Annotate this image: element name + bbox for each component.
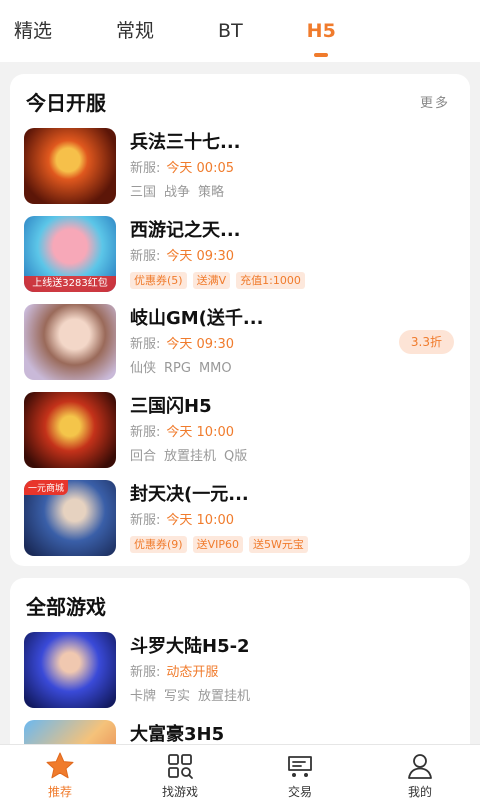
game-tag: 三国 [130,185,157,200]
game-info: 西游记之天... 新服: 今天 09:30 优惠券(5) 送满V 充值1:1000 [130,216,311,290]
game-row[interactable]: 斗罗大陆H5-2 新服: 动态开服 卡牌 写实 放置挂机 [10,632,470,720]
server-time: 今天 09:30 [166,249,234,264]
game-tag: 回合 [130,449,157,464]
nav-label: 推荐 [47,785,72,799]
tab-h5[interactable]: H5 [307,19,336,57]
promo-tag: 优惠券(9) [130,536,187,553]
game-row[interactable]: 上线送3283红包 西游记之天... 新服: 今天 09:30 优惠券(5) 送满… [10,216,470,304]
game-name: 斗罗大陆H5-2 [130,636,250,657]
nav-mine[interactable]: 我的 [360,745,480,800]
game-info: 岐山GM(送千... 新服: 今天 09:30 仙侠 RPG MMO [130,304,263,378]
section-title: 今日开服 [26,90,106,115]
top-tab-bar: 精选 常规 BT H5 [0,0,480,62]
game-name: 岐山GM(送千... [130,308,264,329]
game-row[interactable]: 岐山GM(送千... 新服: 今天 09:30 仙侠 RPG MMO 3.3折 [10,304,470,392]
bottom-nav: 推荐 找游戏 交易 我的 [0,744,480,800]
nav-find-games[interactable]: 找游戏 [120,745,240,800]
game-info: 封天决(一元... 新服: 今天 10:00 优惠券(9) 送VIP60 送5W元… [130,480,314,554]
game-tag: 卡牌 [130,689,157,704]
game-icon[interactable] [24,392,116,468]
promo-tag: 优惠券(5) [130,272,187,289]
server-label: 新服: [130,161,161,176]
game-tag: 策略 [198,185,225,200]
game-row[interactable]: 三国闪H5 新服: 今天 10:00 回合 放置挂机 Q版 [10,392,470,480]
server-time: 今天 10:00 [166,513,234,528]
promo-tag: 充值1:1000 [236,272,305,289]
game-name: 兵法三十七... [130,132,241,153]
tab-active-indicator [314,53,329,57]
promo-tags: 优惠券(9) 送VIP60 送5W元宝 [130,536,314,554]
nav-trade[interactable]: 交易 [240,745,360,800]
game-tags: 仙侠 RPG MMO [130,360,263,378]
server-label: 新服: [130,513,161,528]
icon-banner-text: 上线送3283红包 [24,276,116,292]
server-info: 新服: 今天 00:05 [130,160,241,178]
game-name: 封天决(一元... [130,484,249,505]
game-tag: 放置挂机 [164,449,217,464]
promo-tag: 送VIP60 [192,536,243,553]
game-tag: 放置挂机 [198,689,251,704]
tab-bt[interactable]: BT [218,19,243,43]
game-tag: 仙侠 [130,361,157,376]
tab-regular[interactable]: 常规 [116,19,154,43]
game-row[interactable]: 一元商城 封天决(一元... 新服: 今天 10:00 优惠券(9) 送VIP60… [10,480,470,568]
server-info: 新服: 今天 10:00 [130,512,314,530]
game-tag: Q版 [224,449,248,464]
today-card-header: 今日开服 更多 [10,74,470,128]
game-info: 斗罗大陆H5-2 新服: 动态开服 卡牌 写实 放置挂机 [130,632,258,706]
game-info: 三国闪H5 新服: 今天 10:00 回合 放置挂机 Q版 [130,392,255,466]
game-icon[interactable]: 一元商城 [24,480,116,556]
promo-tag: 送满V [192,272,231,289]
user-icon [408,754,432,779]
server-info: 新服: 今天 09:30 [130,336,263,354]
nav-label: 找游戏 [161,785,198,799]
icon-corner-badge: 一元商城 [24,480,69,495]
server-time: 今天 00:05 [166,161,234,176]
server-label: 新服: [130,337,161,352]
server-time: 今天 10:00 [166,425,234,440]
today-servers-card: 今日开服 更多 兵法三十七... 新服: 今天 00:05 三国 战争 策略 上线… [10,74,470,566]
nav-label: 我的 [407,785,432,799]
trade-cart-icon [288,756,312,777]
server-info: 新服: 今天 10:00 [130,424,255,442]
game-tag: 战争 [164,185,191,200]
game-tags: 三国 战争 策略 [130,184,241,202]
server-label: 新服: [130,665,161,680]
server-info: 新服: 今天 09:30 [130,248,311,266]
tab-featured[interactable]: 精选 [14,19,52,43]
game-row[interactable]: 兵法三十七... 新服: 今天 00:05 三国 战争 策略 [10,128,470,216]
game-tags: 卡牌 写实 放置挂机 [130,688,258,706]
server-info: 新服: 动态开服 [130,664,258,682]
game-name: 三国闪H5 [130,396,212,417]
server-label: 新服: [130,249,161,264]
game-icon[interactable] [24,128,116,204]
game-tag: RPG [164,361,191,376]
promo-tag: 送5W元宝 [249,536,308,553]
section-title: 全部游戏 [26,594,106,619]
more-link[interactable]: 更多 [420,92,450,111]
game-icon[interactable] [24,632,116,708]
game-icon[interactable] [24,304,116,380]
game-icon[interactable]: 上线送3283红包 [24,216,116,292]
grid-search-icon [168,754,193,779]
discount-badge: 3.3折 [398,330,454,354]
server-time: 动态开服 [166,665,219,680]
server-label: 新服: [130,425,161,440]
nav-label: 交易 [287,785,312,799]
game-tag: MMO [198,361,232,376]
game-name: 西游记之天... [130,220,241,241]
nav-recommend[interactable]: 推荐 [0,745,120,800]
all-games-header: 全部游戏 [10,578,470,632]
promo-tags: 优惠券(5) 送满V 充值1:1000 [130,272,311,290]
game-tags: 回合 放置挂机 Q版 [130,448,255,466]
star-icon [46,752,74,779]
game-tag: 写实 [164,689,191,704]
server-time: 今天 09:30 [166,337,234,352]
game-info: 兵法三十七... 新服: 今天 00:05 三国 战争 策略 [130,128,241,202]
